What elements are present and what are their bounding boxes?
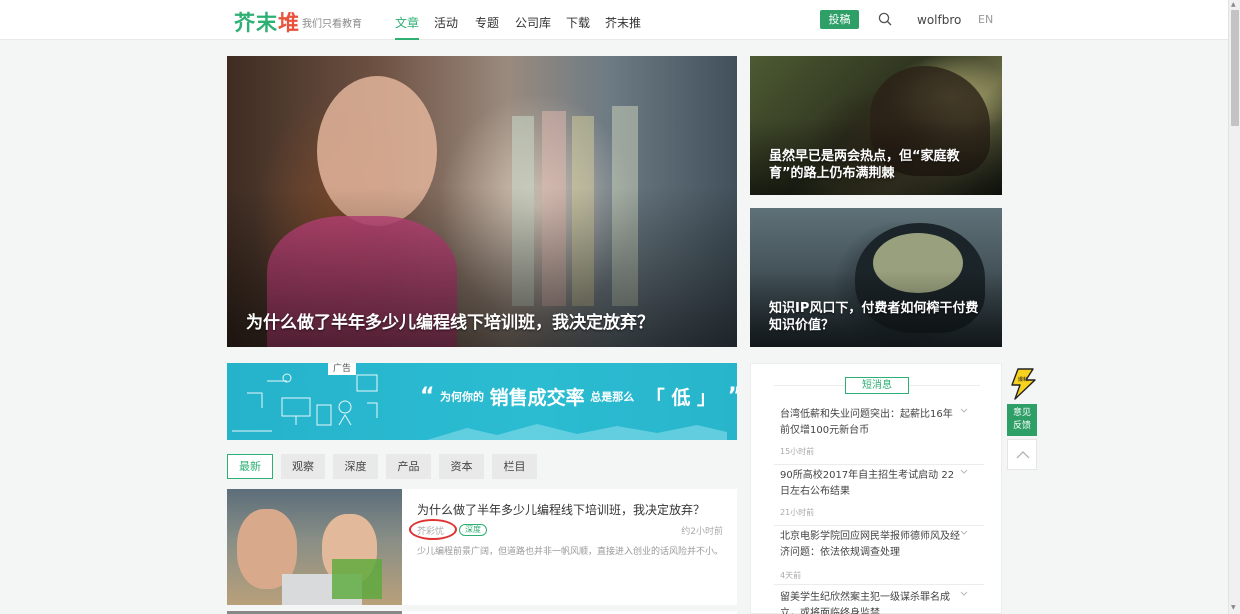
tab-depth[interactable]: 深度 [333, 454, 378, 479]
ad-middle: 总是那么 [590, 390, 635, 404]
badge-text: 爆料 [1018, 376, 1028, 383]
chevron-down-icon[interactable] [960, 529, 968, 537]
ad-banner[interactable]: 广告 “ 为何你的 销售成交率 总是那么 「 低 」 ” [227, 363, 737, 440]
logo-main-text: 芥末 [234, 11, 278, 35]
top-header: 芥末堆 我们只看教育 文章 活动 专题 公司库 下载 芥末推 投稿 wolfbr… [0, 0, 1228, 40]
hero-top-card[interactable]: 虽然早已是两会热点，但“家庭教育”的路上仍布满荆棘 [750, 56, 1002, 195]
ad-mountains [427, 424, 727, 440]
news-item-time: 4天前 [780, 571, 802, 580]
article-time: 约2小时前 [681, 527, 723, 537]
news-item-title[interactable]: 留美学生纪欣然案主犯一级谋杀罪名成立，或将面临终身监禁 [780, 590, 960, 614]
nav-events[interactable]: 活动 [434, 14, 458, 40]
tab-capital[interactable]: 资本 [439, 454, 484, 479]
site-slogan: 我们只看教育 [302, 19, 362, 30]
language-switch[interactable]: EN [978, 13, 993, 26]
news-item-time: 21小时前 [780, 508, 815, 517]
nav-downloads[interactable]: 下载 [566, 14, 590, 40]
news-item-title[interactable]: 北京电影学院回应网民举报师德师风及经济问题：依法依规调查处理 [780, 529, 960, 561]
tab-columns[interactable]: 栏目 [492, 454, 537, 479]
hero-main-card[interactable]: 为什么做了半年多少儿编程线下培训班，我决定放弃？ [227, 56, 737, 347]
tab-latest[interactable]: 最新 [227, 454, 273, 479]
scroll-thumb[interactable] [1231, 10, 1239, 126]
ad-bold: 销售成交率 [489, 387, 585, 409]
ad-prefix: 为何你的 [440, 390, 485, 404]
chevron-down-icon[interactable] [960, 468, 968, 476]
nav-topics[interactable]: 专题 [475, 14, 499, 40]
news-item-title[interactable]: 台湾低薪和失业问题突出：起薪比16年前仅增100元新台币 [780, 407, 960, 439]
article-title[interactable]: 为什么做了半年多少儿编程线下培训班，我决定放弃？ [417, 501, 705, 518]
scroll-up-arrow-icon[interactable]: ▲ [1231, 1, 1236, 8]
ad-illustration [232, 373, 378, 432]
news-item[interactable]: 台湾低薪和失业问题突出：起薪比16年前仅增100元新台币 15小时前 [774, 407, 984, 465]
article-category-badge[interactable]: 深度 [459, 524, 487, 536]
article-summary: 少儿编程前景广阔，但道路也并非一帆风顺，直接进入创业的话风险并不小。 [417, 547, 724, 557]
news-flash-panel: 短消息 台湾低薪和失业问题突出：起薪比16年前仅增100元新台币 15小时前 9… [750, 363, 1002, 614]
ad-quote-close: ” [728, 384, 737, 409]
news-item-title[interactable]: 90所高校2017年自主招生考试启动 22日左右公布结果 [780, 468, 960, 500]
news-header: 短消息 [845, 377, 909, 394]
article-thumbnail[interactable] [227, 489, 402, 605]
lightning-badge-icon[interactable]: 爆料 [1005, 367, 1039, 401]
search-icon[interactable] [878, 12, 892, 26]
news-item[interactable]: 北京电影学院回应网民举报师德师风及经济问题：依法依规调查处理 4天前 [774, 529, 984, 585]
author-highlight-circle [409, 519, 457, 540]
tab-product[interactable]: 产品 [386, 454, 431, 479]
feedback-button[interactable]: 意见反馈 [1007, 404, 1037, 436]
nav-jiemotui[interactable]: 芥末推 [605, 14, 641, 40]
nav-companies[interactable]: 公司库 [515, 14, 551, 40]
tab-observation[interactable]: 观察 [281, 454, 325, 479]
chevron-down-icon[interactable] [960, 407, 968, 415]
news-item-time: 15小时前 [780, 447, 815, 456]
chevron-up-icon [1016, 451, 1030, 459]
news-item[interactable]: 90所高校2017年自主招生考试启动 22日左右公布结果 21小时前 [774, 468, 984, 526]
hero-top-title[interactable]: 虽然早已是两会热点，但“家庭教育”的路上仍布满荆棘 [769, 148, 979, 182]
hero-bottom-card[interactable]: 知识IP风口下，付费者如何榨干付费知识价值？ [750, 208, 1002, 347]
nav-articles[interactable]: 文章 [395, 14, 420, 40]
hero-main-title[interactable]: 为什么做了半年多少儿编程线下培训班，我决定放弃？ [246, 308, 716, 333]
article-card[interactable]: 为什么做了半年多少儿编程线下培训班，我决定放弃？ 芥彩忧 深度 约2小时前 少儿… [227, 489, 737, 605]
news-item[interactable]: 留美学生纪欣然案主犯一级谋杀罪名成立，或将面临终身监禁 [774, 590, 984, 614]
logo-accent-text: 堆 [278, 11, 300, 35]
user-name[interactable]: wolfbro [917, 13, 961, 27]
scroll-down-arrow-icon[interactable]: ▼ [1231, 604, 1236, 611]
back-to-top-button[interactable] [1007, 439, 1037, 470]
page-scrollbar[interactable]: ▲ ▼ [1228, 0, 1240, 614]
chevron-down-icon[interactable] [960, 590, 968, 598]
ad-headline: “ 为何你的 销售成交率 总是那么 「 低 」 ” [420, 383, 737, 410]
site-logo[interactable]: 芥末堆 [234, 7, 300, 37]
ad-low: 「 低 」 [645, 387, 717, 409]
ad-quote-open: “ [420, 384, 435, 409]
hero-bottom-title[interactable]: 知识IP风口下，付费者如何榨干付费知识价值？ [769, 300, 989, 334]
submit-article-button[interactable]: 投稿 [820, 10, 859, 29]
